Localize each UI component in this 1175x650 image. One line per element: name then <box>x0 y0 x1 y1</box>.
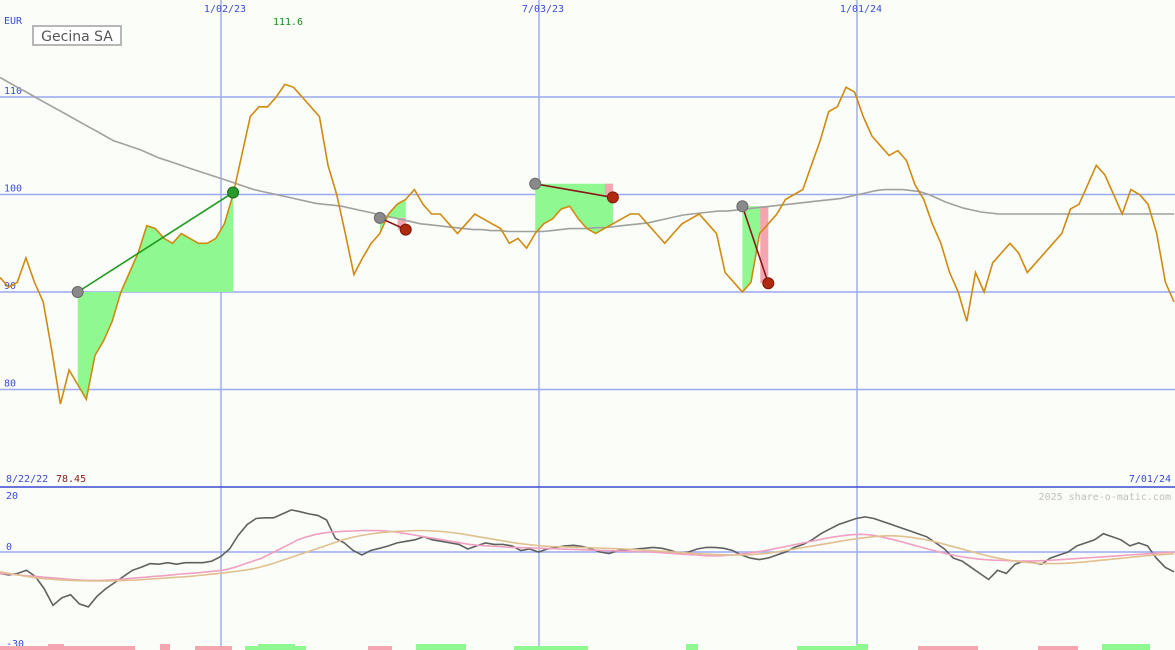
histogram-bar-11 <box>514 646 562 650</box>
y-tick-100: 100 <box>4 184 22 195</box>
x-tick-label: 1/01/24 <box>840 4 882 15</box>
histogram-bar-17 <box>918 646 978 650</box>
trade-entry-marker-1 <box>373 211 386 224</box>
chart-container: 80 90 100 110 1/02/23 7/03/23 1/01/24 EUR 111.6 8… <box>0 0 1175 650</box>
histogram-bar-8 <box>295 646 306 650</box>
oscillator-signal-line <box>0 529 1175 582</box>
trade-entry-marker-2 <box>529 177 542 190</box>
histogram-bar-0 <box>0 646 48 650</box>
x-tick-label: 7/03/23 <box>522 4 564 15</box>
histogram-bar-19 <box>1102 644 1150 650</box>
histogram-bar-16 <box>856 644 868 650</box>
histogram-bar-18 <box>1038 646 1078 650</box>
min-value-label: 78.45 <box>56 474 86 485</box>
histogram-bar-7 <box>258 644 295 650</box>
trade-gain-area-0 <box>77 194 234 400</box>
trade-exit-marker-2 <box>606 191 619 204</box>
trade-exit-marker-3 <box>762 277 775 290</box>
histogram-bar-15 <box>818 646 856 650</box>
histogram-bar-9 <box>368 646 392 650</box>
currency-label: EUR <box>4 16 23 27</box>
trade-entry-marker-0 <box>71 286 84 298</box>
trade-exit-marker-0 <box>227 186 240 199</box>
histogram-bar-1 <box>48 644 64 650</box>
histogram-bar-4 <box>160 644 170 650</box>
trade-entry-marker-3 <box>736 200 749 213</box>
credit-label: 2025 share-o-matic.com <box>1039 492 1171 503</box>
osc-y-tick-0: 20 <box>6 491 18 502</box>
histogram-bar-2 <box>64 646 110 650</box>
oscillator-slow-line <box>0 529 1175 582</box>
chart-title: Gecina SA <box>32 25 122 46</box>
start-date-label: 8/22/22 <box>6 474 48 485</box>
x-tick-label: 1/02/23 <box>204 4 246 15</box>
osc-y-tick-1: 0 <box>6 542 12 553</box>
y-tick-80: 80 <box>4 379 16 390</box>
max-value-label: 111.6 <box>273 17 303 28</box>
end-date-label: 7/01/24 <box>1129 474 1171 485</box>
histogram-bar-14 <box>797 646 818 650</box>
trade-exit-marker-1 <box>399 223 412 236</box>
histogram-bar-3 <box>110 646 135 650</box>
price-chart-svg: 80901001101/02/23 7/03/23 1/01/24EUR 111.68… <box>0 0 1175 650</box>
histogram-bar-6 <box>245 646 258 650</box>
histogram-bar-13 <box>686 644 698 650</box>
histogram-bar-12 <box>562 646 588 650</box>
histogram-bar-10 <box>416 644 466 650</box>
histogram-bar-5 <box>195 646 232 650</box>
